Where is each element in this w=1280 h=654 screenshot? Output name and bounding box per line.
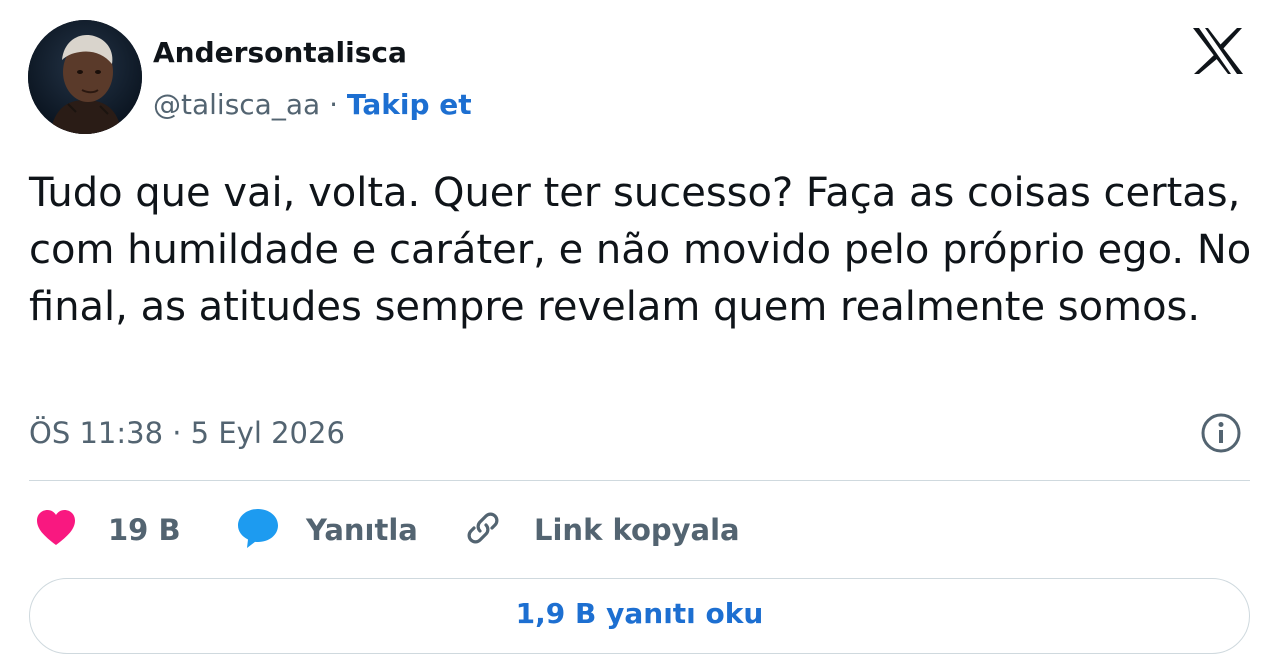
author-name[interactable]: Andersontalisca <box>153 34 407 72</box>
copy-link-label: Link kopyala <box>534 513 740 547</box>
author-handle[interactable]: @talisca_aa <box>153 88 320 121</box>
divider <box>29 480 1250 481</box>
copy-link-button[interactable]: Link kopyala <box>464 504 740 556</box>
like-button[interactable]: 19 B <box>36 504 181 556</box>
info-icon[interactable] <box>1199 411 1243 455</box>
link-icon <box>464 509 502 551</box>
like-count: 19 B <box>108 513 181 547</box>
follow-button[interactable]: Takip et <box>347 88 472 121</box>
speech-bubble-icon <box>236 507 280 553</box>
tweet-timestamp[interactable]: ÖS 11:38 · 5 Eyl 2026 <box>29 413 345 453</box>
avatar[interactable] <box>28 20 142 134</box>
separator-dot: · <box>329 88 338 121</box>
read-replies-label: 1,9 B yanıtı oku <box>515 597 764 630</box>
heart-icon <box>36 509 76 551</box>
read-replies-button[interactable]: 1,9 B yanıtı oku <box>29 578 1250 654</box>
tweet-text: Tudo que vai, volta. Quer ter sucesso? F… <box>29 170 1252 330</box>
reply-label: Yanıtla <box>306 513 418 547</box>
x-logo-icon[interactable] <box>1191 26 1245 76</box>
avatar-image <box>28 20 142 134</box>
reply-button[interactable]: Yanıtla <box>236 504 418 556</box>
handle-row: @talisca_aa · Takip et <box>153 86 472 124</box>
